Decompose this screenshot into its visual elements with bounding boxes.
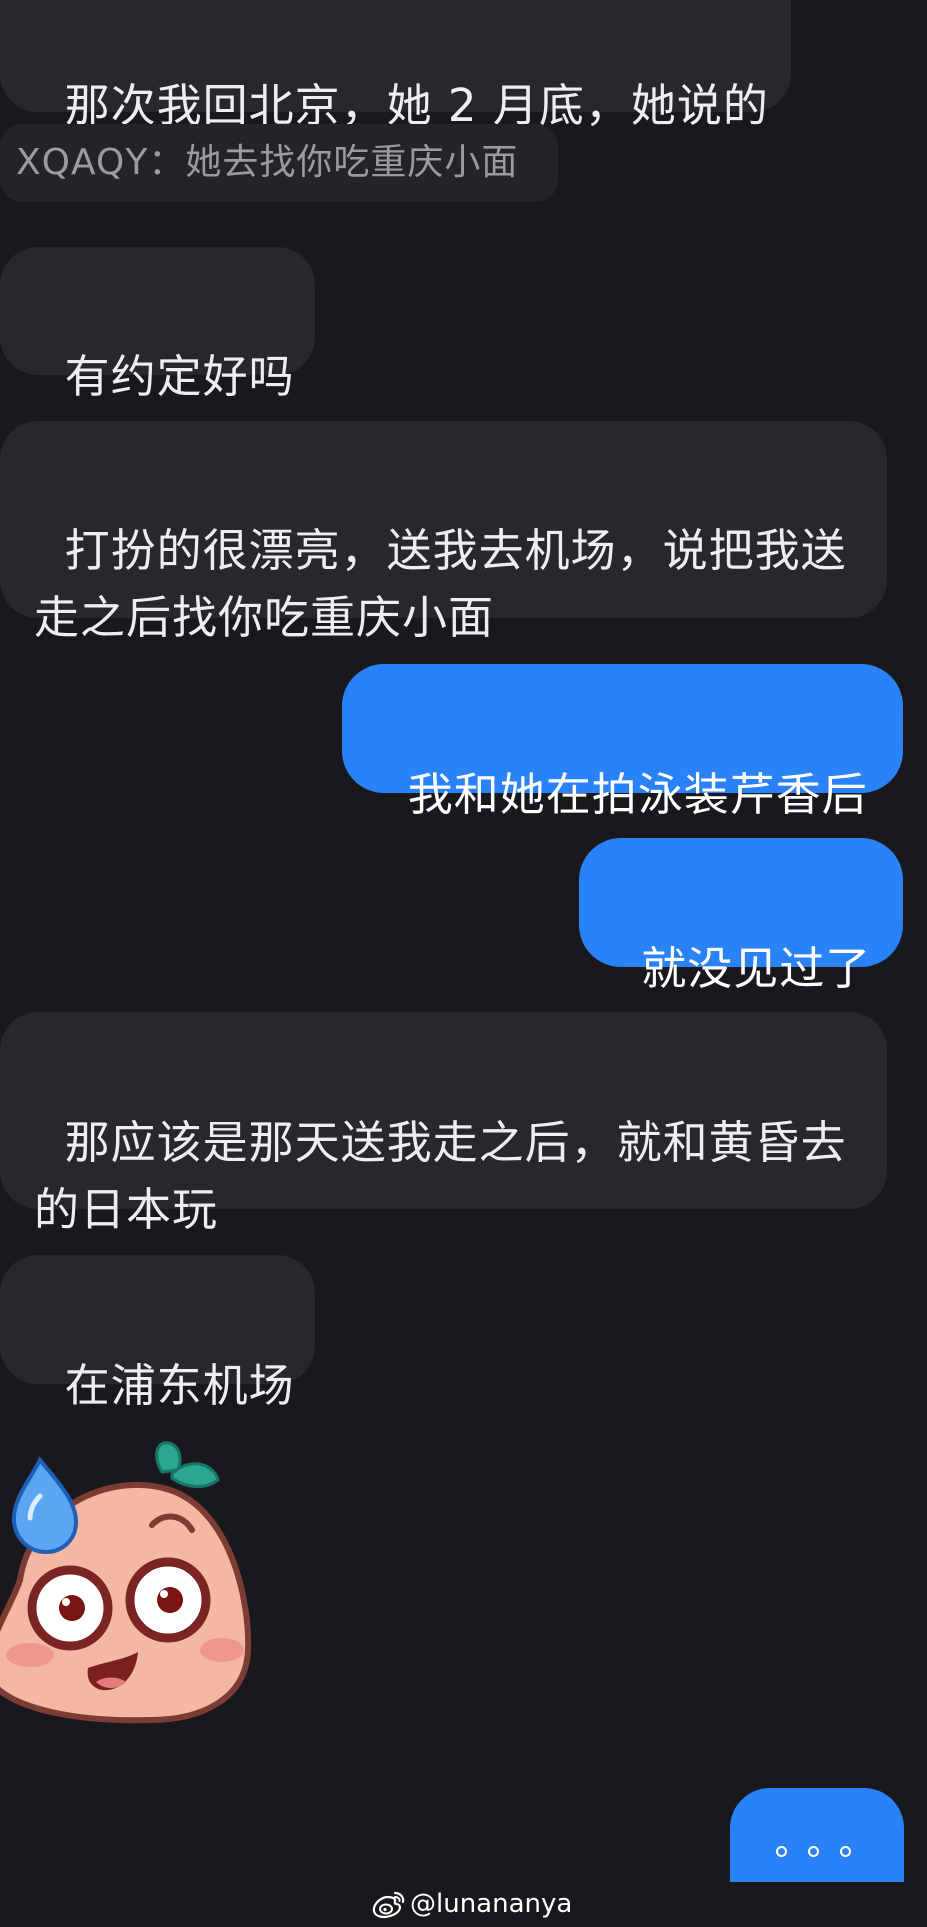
message-outgoing-2[interactable]: 就没见过了	[579, 838, 903, 995]
message-incoming-3[interactable]: 打扮的很漂亮，送我去机场，说把我送 走之后找你吃重庆小面	[0, 421, 887, 644]
message-incoming-5[interactable]: 在浦东机场	[0, 1255, 315, 1412]
message-incoming-2[interactable]: 有约定好吗	[0, 247, 315, 403]
message-text: 那应该是那天送我走之后，就和黄昏去 的日本玩	[34, 1116, 847, 1236]
message-text: 有约定好吗	[64, 350, 295, 403]
message-text: 在浦东机场	[64, 1359, 295, 1412]
message-incoming-1[interactable]: 那次我回北京，她 2 月底，她说的	[0, 0, 791, 132]
typing-indicator	[730, 1788, 904, 1882]
message-incoming-4[interactable]: 那应该是那天送我走之后，就和黄昏去 的日本玩	[0, 1012, 887, 1236]
watermark: @lunananya	[372, 1884, 572, 1924]
sweating-peach-emoji-icon[interactable]	[0, 1430, 260, 1740]
quoted-reply-text: XQAQY：她去找你吃重庆小面	[16, 142, 519, 183]
watermark-handle: @lunananya	[410, 1889, 573, 1919]
message-outgoing-1[interactable]: 我和她在拍泳装芹香后	[342, 664, 903, 821]
message-text: 我和她在拍泳装芹香后	[407, 768, 868, 821]
message-text: 就没见过了	[641, 942, 872, 995]
weibo-logo-icon	[372, 1891, 405, 1919]
message-text: 打扮的很漂亮，送我去机场，说把我送 走之后找你吃重庆小面	[34, 524, 847, 644]
quoted-reply[interactable]: XQAQY：她去找你吃重庆小面	[0, 124, 558, 202]
